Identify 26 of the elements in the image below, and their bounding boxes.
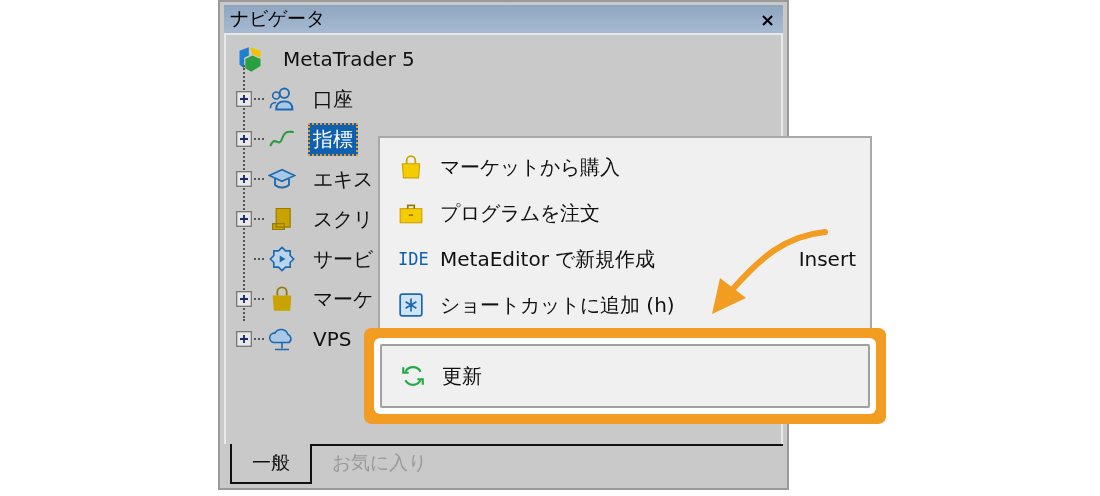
menu-item[interactable]: IDE MetaEditor で新規作成 Insert: [380, 236, 870, 282]
tab[interactable]: 一般: [230, 444, 312, 484]
expand-icon[interactable]: [236, 91, 252, 107]
tree-item[interactable]: MetaTrader 5: [278, 44, 420, 74]
tree-item[interactable]: エキス: [308, 162, 378, 196]
expand-icon[interactable]: [236, 291, 252, 307]
menu-item[interactable]: ショートカットに追加 (h): [380, 282, 870, 328]
panel-title: ナビゲータ: [230, 6, 325, 31]
tree-item[interactable]: スクリ: [308, 202, 378, 236]
close-button[interactable]: ×: [757, 8, 777, 30]
refresh-icon: [400, 363, 426, 389]
tree-item[interactable]: 口座: [308, 82, 358, 116]
tree-item[interactable]: VPS: [308, 324, 357, 354]
tree-item[interactable]: マーケ: [308, 282, 378, 316]
gear-icon: [268, 245, 296, 273]
tree-item[interactable]: サービ: [308, 242, 378, 276]
menu-item[interactable]: プログラムを注文: [380, 190, 870, 236]
expand-icon[interactable]: [236, 211, 252, 227]
expand-icon[interactable]: [236, 331, 252, 347]
tree-item[interactable]: 指標: [308, 122, 358, 156]
ide-icon: IDE: [398, 249, 428, 269]
people-icon: [268, 85, 296, 113]
expand-icon[interactable]: [236, 131, 252, 147]
menu-item[interactable]: マーケットから購入: [380, 144, 870, 190]
expand-icon[interactable]: [236, 171, 252, 187]
asterisk-icon: [398, 292, 424, 318]
